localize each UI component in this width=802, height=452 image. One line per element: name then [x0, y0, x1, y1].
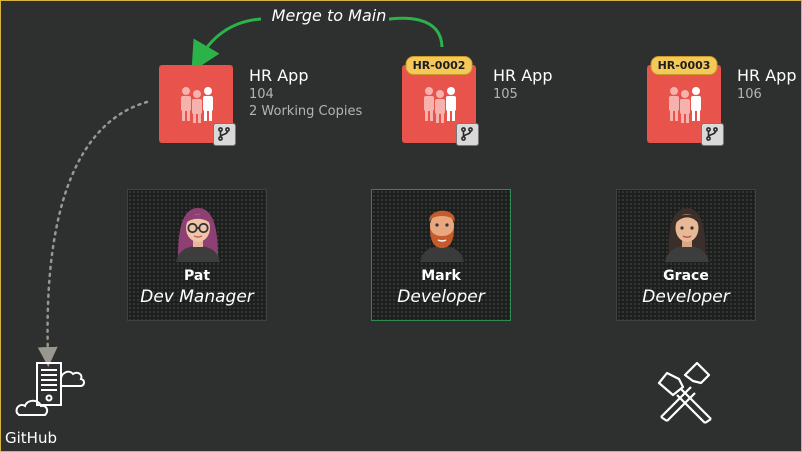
github-label: GitHub [5, 429, 57, 447]
app-id: 105 [493, 87, 518, 102]
github-server-icon[interactable] [15, 361, 87, 419]
person-card-grace[interactable]: Grace Developer [616, 189, 756, 321]
branch-icon [461, 127, 473, 141]
app-info-104: HR App 104 2 Working Copies [249, 66, 362, 120]
app-info-106: HR App 106 [737, 66, 797, 103]
people-icon [424, 87, 456, 123]
merge-label: Merge to Main [271, 6, 387, 25]
person-name: Grace [663, 268, 709, 284]
people-icon [181, 87, 213, 123]
person-card-pat[interactable]: Pat Dev Manager [127, 189, 267, 321]
person-role: Dev Manager [140, 287, 254, 307]
person-role: Developer [397, 287, 485, 307]
person-name: Pat [183, 268, 211, 284]
avatar-pat [176, 208, 220, 262]
branch-badge[interactable] [213, 123, 236, 146]
avatar-mark [420, 210, 464, 262]
person-role: Developer [642, 287, 730, 307]
app-name: HR App [493, 66, 553, 85]
app-tile-105[interactable]: HR-0002 [402, 56, 479, 146]
app-name: HR App [249, 66, 309, 85]
branch-badge[interactable] [701, 123, 724, 146]
person-name: Mark [421, 268, 461, 284]
app-tile-106[interactable]: HR-0003 [647, 56, 724, 146]
branch-icon [218, 127, 230, 141]
working-copies: 2 Working Copies [249, 104, 363, 119]
app-info-105: HR App 105 [493, 66, 553, 103]
app-id: 104 [249, 87, 274, 102]
app-name: HR App [737, 66, 797, 85]
app-tile-104[interactable] [159, 65, 236, 146]
hammer-tools-icon[interactable] [651, 361, 723, 425]
branch-icon [706, 127, 718, 141]
branch-badge[interactable] [456, 123, 479, 146]
person-card-mark[interactable]: Mark Developer [371, 189, 511, 321]
people-icon [669, 87, 701, 123]
ticket-badge: HR-0003 [650, 56, 718, 75]
ticket-badge: HR-0002 [405, 56, 473, 75]
diagram-canvas: Merge to Main HR App 104 2 Working Copie… [0, 0, 802, 452]
avatar-grace [665, 208, 709, 262]
app-id: 106 [737, 87, 762, 102]
